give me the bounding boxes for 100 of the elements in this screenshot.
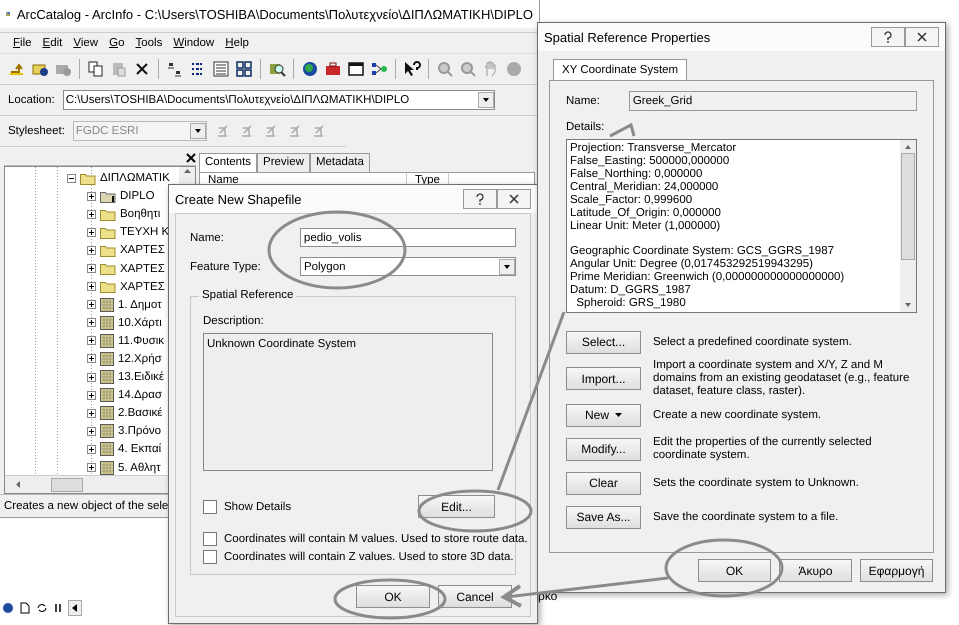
large-icons-icon[interactable] bbox=[166, 60, 184, 78]
whats-this-icon[interactable] bbox=[403, 60, 421, 78]
refresh-icon[interactable] bbox=[36, 602, 48, 614]
scroll-up-icon[interactable] bbox=[904, 144, 912, 150]
expand-icon[interactable] bbox=[87, 426, 96, 436]
action-button[interactable]: Select... bbox=[566, 330, 641, 354]
pause-icon[interactable] bbox=[54, 603, 62, 613]
folder-icon bbox=[100, 226, 116, 239]
page-icon[interactable] bbox=[20, 602, 30, 614]
expand-icon[interactable] bbox=[87, 336, 96, 346]
checkbox[interactable] bbox=[203, 550, 217, 564]
collapse-icon[interactable] bbox=[67, 174, 76, 183]
scroll-up-icon[interactable] bbox=[182, 167, 192, 175]
action-button[interactable]: Import... bbox=[566, 367, 641, 390]
globe-icon[interactable] bbox=[2, 602, 14, 614]
tree-item[interactable]: 12.Χρήσ bbox=[118, 352, 162, 365]
expand-icon[interactable] bbox=[87, 463, 96, 472]
close-icon[interactable] bbox=[186, 153, 196, 163]
help-button[interactable] bbox=[871, 27, 905, 47]
tree-item[interactable]: ΧΑΡΤΕΣ bbox=[120, 262, 165, 275]
folder-icon bbox=[100, 208, 116, 221]
tree-item[interactable]: 2.Βασικέ bbox=[118, 407, 162, 420]
details-line: Prime Meridian: Greenwich (0,000000000000000000) bbox=[570, 271, 846, 284]
tree-item[interactable]: ΧΑΡΤΕΣ bbox=[120, 280, 165, 293]
expand-icon[interactable] bbox=[87, 300, 96, 310]
action-button[interactable]: Save As... bbox=[566, 506, 641, 528]
copy-icon[interactable] bbox=[87, 60, 105, 78]
menu-item[interactable]: Help bbox=[224, 37, 250, 49]
tab[interactable]: Preview bbox=[257, 153, 310, 172]
details-icon[interactable] bbox=[212, 60, 230, 78]
folder-icon bbox=[100, 280, 116, 294]
checkbox[interactable] bbox=[203, 500, 217, 514]
tree-item[interactable]: Βοηθητι bbox=[120, 208, 160, 220]
expand-icon[interactable] bbox=[87, 318, 96, 328]
action-button[interactable]: Clear bbox=[566, 472, 641, 494]
edit-button[interactable]: Edit... bbox=[418, 495, 495, 518]
raster-icon bbox=[100, 424, 114, 438]
scroll-thumb[interactable] bbox=[901, 152, 915, 260]
scroll-down-icon[interactable] bbox=[904, 302, 912, 308]
globe-icon[interactable] bbox=[301, 60, 319, 78]
help-button[interactable] bbox=[463, 189, 497, 209]
name-field[interactable]: pedio_volis bbox=[300, 228, 516, 247]
expand-icon[interactable] bbox=[87, 192, 96, 201]
new-menu-button[interactable]: New bbox=[566, 404, 641, 426]
menu-item[interactable]: View bbox=[72, 37, 100, 49]
tree-item[interactable]: 10.Χάρτι bbox=[118, 316, 162, 329]
close-button[interactable] bbox=[497, 189, 531, 209]
tree-item[interactable]: 1. Δημοτ bbox=[118, 298, 162, 311]
expand-icon[interactable] bbox=[87, 390, 96, 400]
tree-item[interactable]: ΔΙΠΛΩΜΑΤΙΚ bbox=[100, 172, 170, 184]
expand-icon[interactable] bbox=[87, 354, 96, 364]
thumbnails-icon[interactable] bbox=[235, 60, 253, 78]
expand-icon[interactable] bbox=[87, 246, 96, 255]
name-label: Name: bbox=[566, 95, 601, 107]
close-button[interactable] bbox=[905, 27, 939, 47]
tree-item[interactable]: 4. Εκπαί bbox=[118, 443, 162, 456]
tree-item[interactable]: 13.Ειδικέ bbox=[118, 371, 164, 384]
tree-item[interactable]: DIPLO bbox=[120, 190, 155, 202]
tab[interactable]: XY Coordinate System bbox=[553, 59, 688, 80]
expand-icon[interactable] bbox=[87, 408, 96, 418]
expand-icon[interactable] bbox=[87, 264, 96, 274]
tree-item[interactable]: 3.Πρόνο bbox=[118, 425, 161, 438]
raster-icon bbox=[100, 388, 114, 402]
tree-item[interactable]: ΧΑΡΤΕΣ bbox=[120, 244, 165, 256]
feature-type-dropdown[interactable]: Polygon bbox=[300, 257, 516, 276]
dialog-title: Create New Shapefile bbox=[175, 192, 302, 206]
menu-item[interactable]: Edit bbox=[42, 37, 64, 49]
tab[interactable]: Contents bbox=[199, 153, 258, 172]
checkbox[interactable] bbox=[203, 532, 217, 546]
expand-icon[interactable] bbox=[87, 444, 96, 454]
menu-item[interactable]: Window bbox=[172, 37, 216, 49]
name-field[interactable]: Greek_Grid bbox=[628, 91, 917, 111]
expand-icon[interactable] bbox=[87, 282, 96, 292]
tab[interactable]: Metadata bbox=[310, 153, 370, 172]
action-description: Import a coordinate system and X/Y, Z and M domains from an existing geodataset (e.g., feature dataset, feature class, raster). bbox=[653, 359, 910, 398]
scroll-thumb[interactable] bbox=[51, 478, 83, 492]
tree-item[interactable]: 5. Αθλητ bbox=[118, 462, 161, 474]
command-window-icon[interactable] bbox=[347, 60, 365, 78]
menu-item[interactable]: Go bbox=[108, 37, 126, 49]
tree-item[interactable]: 14.Δρασ bbox=[118, 389, 162, 402]
expand-icon[interactable] bbox=[87, 372, 96, 382]
cancel-button[interactable]: Άκυρο bbox=[779, 559, 852, 582]
scroll-left-icon[interactable] bbox=[68, 600, 82, 616]
cancel-button[interactable]: Cancel bbox=[438, 585, 512, 608]
ok-button[interactable]: OK bbox=[698, 559, 771, 582]
details-line: Datum: D_GGRS_1987 bbox=[570, 284, 692, 297]
location-field[interactable]: C:\Users\TOSHIBA\Documents\Πολυτεχνείο\ΔΙΠΛΩΜΑΤΙΚΗ\DIPLO bbox=[62, 90, 495, 110]
tree-item[interactable]: 11.Φυσικ bbox=[118, 334, 164, 347]
menu-item[interactable]: Tools bbox=[134, 37, 164, 49]
model-icon[interactable] bbox=[370, 60, 388, 78]
feature-type-label: Feature Type: bbox=[190, 260, 262, 272]
ok-button[interactable]: OK bbox=[356, 585, 430, 608]
toolbox-icon[interactable] bbox=[324, 60, 342, 78]
expand-icon[interactable] bbox=[87, 228, 96, 237]
action-button[interactable]: Modify... bbox=[566, 438, 641, 460]
menu-item[interactable]: File bbox=[12, 37, 33, 49]
expand-icon[interactable] bbox=[87, 210, 96, 219]
action-description: Create a new coordinate system. bbox=[653, 408, 822, 422]
action-description: Select a predefined coordinate system. bbox=[653, 336, 853, 348]
apply-button[interactable]: Εφαρμογή bbox=[860, 559, 933, 582]
